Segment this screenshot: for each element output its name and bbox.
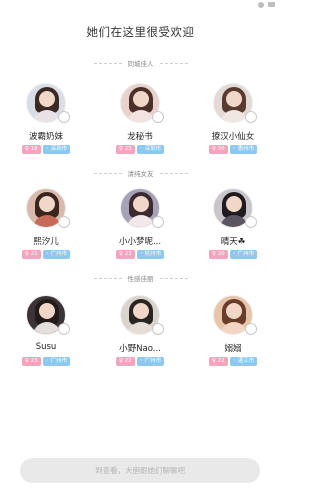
age-badge: ♀ 21 (21, 250, 41, 259)
city-badge: ◦ 广州市 (136, 357, 165, 366)
user-name: 小小梦呢... (118, 237, 162, 247)
city-badge: ◦ 杭州市 (136, 250, 165, 259)
battery-icon (268, 2, 275, 7)
user-card[interactable]: 小野Nao... ♀ 22 ◦ 广州市 (100, 295, 180, 375)
user-name: 熙汐儿 (33, 237, 59, 247)
city-badge: ◦ 广州市 (42, 357, 71, 366)
city-badge: ◦ 广州市 (42, 250, 71, 259)
city-badge: ◦ 深圳市 (136, 145, 165, 154)
divider-line (159, 62, 188, 64)
user-name: 龙秘书 (127, 132, 153, 142)
status-bar (0, 0, 281, 14)
section-title: 性感佳丽 (127, 275, 154, 283)
user-name: Susu (35, 342, 57, 352)
user-card[interactable]: 波霸奶妹 ♀ 18 ◦ 深圳市 (6, 83, 86, 163)
age-badge: ♀ 22 (208, 357, 228, 366)
select-checkbox[interactable] (152, 216, 164, 228)
section-divider-local: 同城佳人 (0, 57, 281, 69)
chat-button[interactable]: 到查看，大胆跟她们聊聊吧 (20, 458, 260, 483)
user-name: 波霸奶妹 (28, 132, 63, 142)
divider-line (159, 277, 188, 279)
age-badge: ♀ 22 (115, 357, 135, 366)
section-title: 清纯女友 (127, 170, 154, 178)
page-title: 她们在这里很受欢迎 (86, 25, 195, 39)
select-checkbox[interactable] (245, 216, 257, 228)
section-title: 同城佳人 (127, 60, 154, 68)
age-badge: ♀ 23 (115, 145, 135, 154)
user-card[interactable]: Susu ♀ 23 ◦ 广州市 (6, 295, 86, 375)
section-divider-pure: 清纯女友 (0, 167, 281, 179)
age-badge: ♀ 20 (208, 250, 228, 259)
select-checkbox[interactable] (245, 323, 257, 335)
user-card[interactable]: 小小梦呢... ♀ 23 ◦ 杭州市 (100, 188, 180, 268)
select-checkbox[interactable] (58, 111, 70, 123)
city-badge: ◦ 广州市 (229, 250, 258, 259)
user-card[interactable]: 晴天☘ ♀ 20 ◦ 广州市 (193, 188, 273, 268)
user-card[interactable]: 熙汐儿 ♀ 21 ◦ 广州市 (6, 188, 86, 268)
select-checkbox[interactable] (152, 111, 164, 123)
user-card[interactable]: 嫋嫋 ♀ 22 ◦ 湛江市 (193, 295, 273, 375)
divider-line (159, 172, 188, 174)
divider-line (93, 172, 122, 174)
divider-line (93, 62, 122, 64)
section-divider-sexy: 性感佳丽 (0, 272, 281, 284)
user-name: 小野Nao... (119, 344, 161, 354)
age-badge: ♀ 18 (21, 145, 41, 154)
city-badge: ◦ 湛江市 (229, 357, 258, 366)
user-card[interactable]: 撩汉小仙女 ♀ 20 ◦ 惠州市 (193, 83, 273, 163)
age-badge: ♀ 20 (208, 145, 228, 154)
status-indicator-icon (258, 2, 264, 8)
select-checkbox[interactable] (152, 323, 164, 335)
age-badge: ♀ 23 (21, 357, 41, 366)
city-badge: ◦ 惠州市 (229, 145, 258, 154)
city-badge: ◦ 深圳市 (42, 145, 71, 154)
age-badge: ♀ 23 (115, 250, 135, 259)
select-checkbox[interactable] (58, 216, 70, 228)
divider-line (93, 277, 122, 279)
select-checkbox[interactable] (245, 111, 257, 123)
user-name: 嫋嫋 (224, 344, 242, 354)
user-card[interactable]: 龙秘书 ♀ 23 ◦ 深圳市 (100, 83, 180, 163)
select-checkbox[interactable] (58, 323, 70, 335)
user-name: 撩汉小仙女 (211, 132, 255, 142)
user-name: 晴天☘ (220, 237, 246, 247)
